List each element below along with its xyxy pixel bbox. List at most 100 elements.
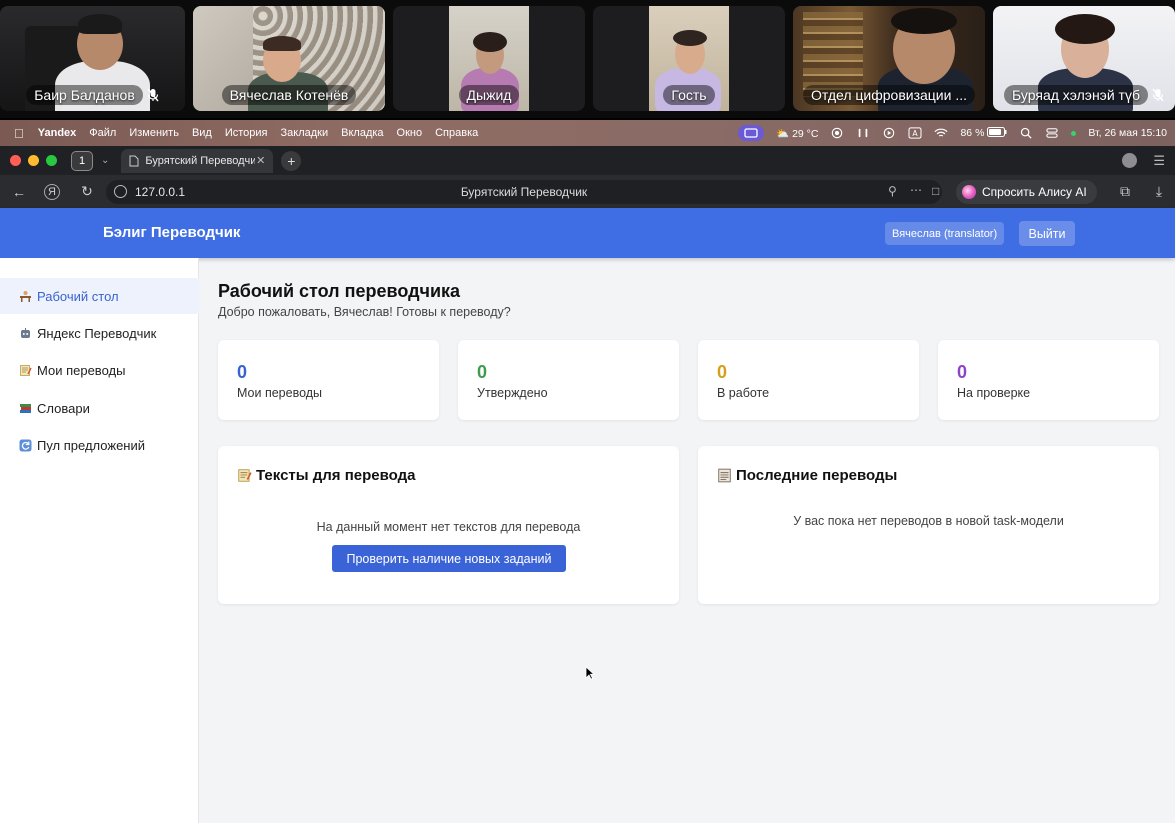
participant-name: Гость <box>663 85 715 105</box>
minimize-window-icon[interactable] <box>28 155 39 166</box>
texts-for-translation-panel: Тексты для перевода На данный момент нет… <box>218 446 679 604</box>
participant-tile[interactable]: Буряад хэлэнэй түб <box>993 6 1175 111</box>
desk-icon <box>20 290 31 302</box>
memo-icon <box>238 469 252 482</box>
stat-label: Утверждено <box>477 386 548 400</box>
collections-icon[interactable]: ⧉ <box>1116 183 1134 201</box>
zoom-window-icon[interactable] <box>46 155 57 166</box>
translate-icon[interactable]: ⚲ <box>888 184 897 198</box>
wifi-icon[interactable] <box>934 127 949 139</box>
window-controls <box>10 155 57 166</box>
participant-tile[interactable]: Вячеслав Котенёв <box>193 6 385 111</box>
participant-tile[interactable]: Отдел цифровизации ... <box>793 6 985 111</box>
logout-button[interactable]: Выйти <box>1019 221 1075 246</box>
browser-tabbar: 1 ⌄ Бурятский Переводчик ✕ + ☰ <box>0 146 1175 175</box>
sidebar-item-sentence-pool[interactable]: Пул предложений <box>0 427 199 463</box>
participant-tile[interactable]: Гость <box>593 6 785 111</box>
participant-tile[interactable]: Баир Балданов <box>0 6 185 111</box>
stat-card-on-review: 0 На проверке <box>938 340 1159 420</box>
bookmark-icon[interactable]: □ <box>932 184 939 198</box>
page-icon <box>129 155 139 166</box>
participant-name: Отдел цифровизации ... <box>803 85 975 105</box>
sidebar-item-label: Яндекс Переводчик <box>37 325 157 341</box>
sidebar-item-label: Мои переводы <box>37 362 126 378</box>
menu-item[interactable]: Закладки <box>281 127 329 139</box>
stat-label: В работе <box>717 386 770 400</box>
ask-alisa-button[interactable]: Спросить Алису AI <box>956 179 1097 204</box>
new-tab-button[interactable]: + <box>281 150 302 171</box>
check-new-tasks-button[interactable]: Проверить наличие новых заданий <box>332 545 566 572</box>
stat-label: На проверке <box>957 386 1031 400</box>
stat-value: 0 <box>237 362 248 382</box>
participant-name: Буряад хэлэнэй түб <box>1004 85 1148 105</box>
sidebar-item-my-translations[interactable]: Мои переводы <box>0 352 199 388</box>
books-icon <box>20 403 31 413</box>
battery-widget[interactable]: 86 % <box>960 127 1007 139</box>
stat-card-approved: 0 Утверждено <box>458 340 679 420</box>
close-tab-icon[interactable]: ✕ <box>256 154 265 167</box>
recent-translations-panel: Последние переводы У вас пока нет перево… <box>698 446 1159 604</box>
menu-item[interactable]: Справка <box>435 127 478 139</box>
sidebar-item-dictionaries[interactable]: Словари <box>0 390 199 426</box>
page-subtitle: Добро пожаловать, Вячеслав! Готовы к пер… <box>218 305 511 319</box>
menu-item[interactable]: Файл <box>89 127 116 139</box>
page-title: Рабочий стол переводчика <box>218 281 461 301</box>
stat-value: 0 <box>717 362 728 382</box>
mouse-cursor-icon <box>585 666 595 680</box>
empty-state-text: У вас пока нет переводов в новой task-мо… <box>793 514 1064 528</box>
mic-muted-icon <box>147 88 159 102</box>
user-badge: Вячеслав (translator) <box>885 222 1005 245</box>
video-call-strip: Баир Балданов Вячеслав Котенёв Дыжид Гос… <box>0 0 1175 118</box>
stat-value: 0 <box>477 362 488 382</box>
battery-percent: 86 % <box>960 127 985 139</box>
green-dot-icon <box>1071 130 1077 136</box>
address-bar[interactable]: 127.0.0.1 Бурятский Переводчик ⚲ ⋯ □ <box>106 179 942 204</box>
tab-count-button[interactable]: 1 <box>71 150 93 171</box>
menu-item[interactable]: Окно <box>397 127 423 139</box>
keyboard-layout-icon[interactable]: A <box>908 127 922 139</box>
weather-widget[interactable]: ⛅ 29 °C <box>776 127 818 140</box>
menu-item[interactable]: История <box>225 127 268 139</box>
tab-title: Бурятский Переводчик <box>145 154 256 167</box>
control-center-icon[interactable] <box>1045 127 1059 139</box>
airpods-icon[interactable] <box>856 127 870 139</box>
yandex-home-icon[interactable]: Я <box>44 183 60 200</box>
sidebar-item-desk[interactable]: Рабочий стол <box>0 278 199 314</box>
app-brand[interactable]: Бэлиг Переводчик <box>103 224 240 241</box>
participant-tile[interactable]: Дыжид <box>393 6 585 111</box>
svg-text:A: A <box>913 129 919 138</box>
reload-icon[interactable]: ↻ <box>78 183 96 201</box>
sidebar-item-label: Словари <box>37 400 90 416</box>
panel-title: Последние переводы <box>736 467 898 484</box>
url-text: 127.0.0.1 <box>135 184 186 199</box>
sidebar-item-yandex-translator[interactable]: Яндекс Переводчик <box>0 315 199 351</box>
record-icon[interactable] <box>830 127 844 139</box>
menu-app-name[interactable]: Yandex <box>38 127 77 139</box>
search-icon[interactable] <box>1019 127 1033 139</box>
profile-avatar[interactable] <box>1122 153 1138 168</box>
apple-icon[interactable]:  <box>14 126 24 141</box>
back-arrow-icon[interactable]: ← <box>10 183 28 201</box>
sidebar-item-label: Рабочий стол <box>37 288 119 304</box>
more-dots-icon[interactable]: ⋯ <box>910 183 922 197</box>
sidebar-item-label: Пул предложений <box>37 437 145 453</box>
menu-item[interactable]: Вид <box>192 127 212 139</box>
translator-app: Бэлиг Переводчик Вячеслав (translator) В… <box>0 208 1175 823</box>
menu-item[interactable]: Вкладка <box>341 127 383 139</box>
globe-icon <box>114 185 127 198</box>
app-header: Бэлиг Переводчик Вячеслав (translator) В… <box>0 208 1175 258</box>
screen-share-icon[interactable] <box>738 125 765 141</box>
stat-label: Мои переводы <box>237 386 323 400</box>
close-window-icon[interactable] <box>10 155 21 166</box>
stat-card-my-translations: 0 Мои переводы <box>218 340 439 420</box>
participant-name: Баир Балданов <box>26 85 143 105</box>
chevron-down-icon[interactable]: ⌄ <box>101 155 109 166</box>
browser-tab[interactable]: Бурятский Переводчик ✕ <box>121 148 274 173</box>
download-icon[interactable]: ⤓ <box>1150 183 1168 201</box>
menubar-datetime[interactable]: Вт, 26 мая 15:10 <box>1088 127 1167 139</box>
menu-icon[interactable]: ☰ <box>1153 153 1165 169</box>
menu-item[interactable]: Изменить <box>129 127 179 139</box>
play-icon[interactable] <box>882 127 896 139</box>
mic-muted-icon <box>1152 88 1164 102</box>
clipboard-icon <box>718 468 731 483</box>
